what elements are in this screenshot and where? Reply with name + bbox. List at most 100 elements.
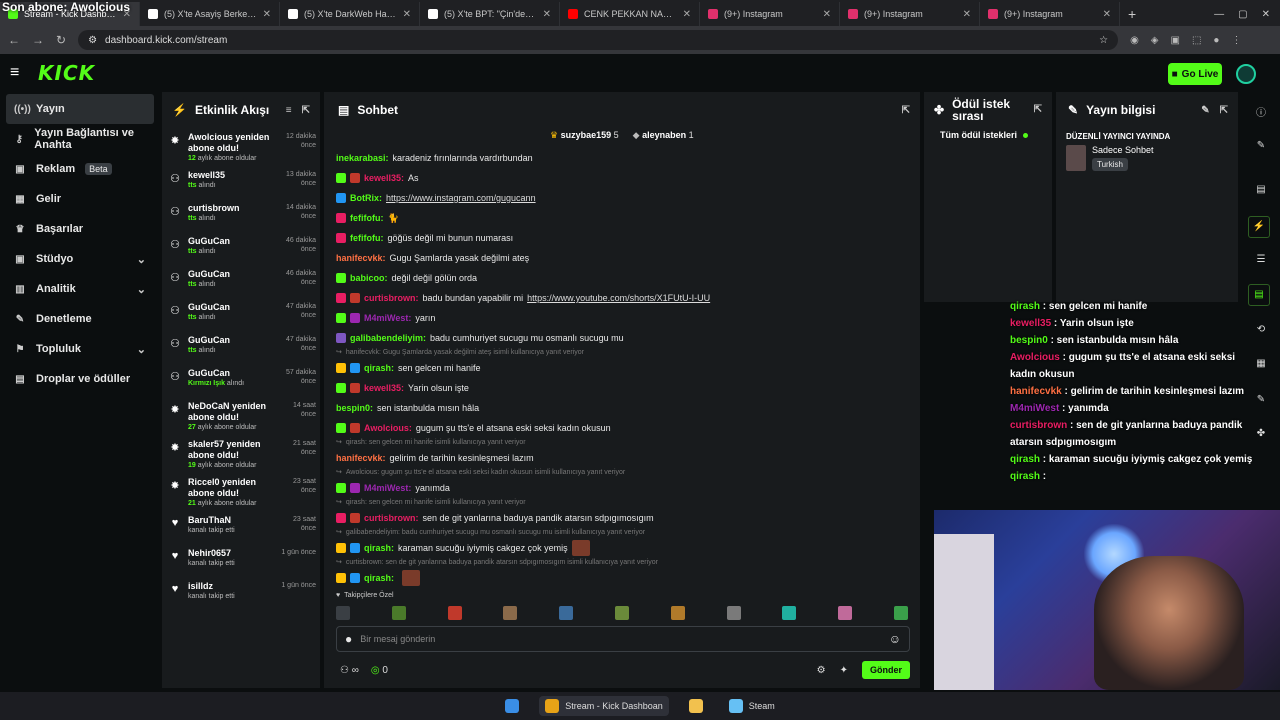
activity-name[interactable]: skaler57 yeniden abone oldu!	[188, 439, 274, 461]
activity-name[interactable]: GuGuCan	[188, 368, 274, 379]
users-icon[interactable]: ⚇ ∞	[340, 665, 359, 676]
chat-username[interactable]: bespin0:	[336, 398, 373, 418]
chat-link[interactable]: https://www.instagram.com/gugucann	[386, 188, 536, 208]
chat-username[interactable]: qirash:	[364, 358, 394, 378]
browser-tab[interactable]: CENK PEKKAN NASIL ZENGİ ✕	[560, 2, 700, 26]
taskbar-item[interactable]	[499, 696, 525, 716]
lightning-icon[interactable]: ⚡	[1248, 216, 1270, 238]
activity-name[interactable]: Nehir0657	[188, 548, 274, 559]
emoji-icon[interactable]: ☺	[889, 632, 901, 646]
category-name[interactable]: Sadece Sohbet	[1092, 145, 1154, 155]
activity-name[interactable]: GuGuCan	[188, 269, 274, 280]
activity-name[interactable]: GuGuCan	[188, 236, 274, 247]
emote[interactable]	[726, 606, 741, 620]
taskbar-item[interactable]: Stream - Kick Dashboan	[539, 696, 669, 716]
chat-username[interactable]: M4miWest:	[364, 478, 411, 498]
popout-icon[interactable]: ⇱	[1220, 105, 1228, 116]
minimize-icon[interactable]: —	[1214, 9, 1224, 20]
activity-name[interactable]: Awolcious yeniden abone oldu!	[188, 132, 274, 154]
browser-tab[interactable]: (5) X'te Asayiş Berkemal: "Ca ✕	[140, 2, 280, 26]
chat-username[interactable]: babicoo:	[350, 268, 388, 288]
new-tab-button[interactable]: +	[1120, 6, 1144, 26]
browser-tab[interactable]: (5) X'te DarkWeb Haber: "Esi ✕	[280, 2, 420, 26]
sidebar-item[interactable]: ⚷ Yayın Bağlantısı ve Anahta	[6, 124, 154, 154]
kick-logo[interactable]: KICK	[38, 61, 95, 85]
chat-message-input[interactable]	[360, 634, 881, 644]
chevron-down-icon[interactable]: ⌄	[137, 253, 146, 266]
menu-icon[interactable]: ⋮	[1231, 35, 1241, 46]
extension-icon[interactable]: ▣	[1171, 35, 1180, 46]
reload-icon[interactable]: ↻	[56, 33, 66, 47]
sidebar-item[interactable]: ▦ Gelir	[6, 184, 154, 214]
close-tab-icon[interactable]: ✕	[963, 9, 971, 20]
go-live-button[interactable]: ■ Go Live	[1168, 63, 1222, 85]
sidebar-item[interactable]: ♛ Başarılar	[6, 214, 154, 244]
chat-username[interactable]: curtisbrown:	[364, 508, 419, 528]
chat-username[interactable]: fefifofu:	[350, 208, 384, 228]
activity-name[interactable]: Riccel0 yeniden abone oldu!	[188, 477, 274, 499]
emote[interactable]	[336, 606, 350, 620]
emote-picker-icon[interactable]: ●	[345, 632, 352, 646]
close-tab-icon[interactable]: ✕	[683, 9, 691, 20]
activity-name[interactable]: GuGuCan	[188, 302, 274, 313]
browser-tab[interactable]: (9+) Instagram ✕	[840, 2, 980, 26]
close-icon[interactable]: ✕	[1262, 9, 1270, 20]
extension-icon[interactable]: ⬚	[1192, 35, 1201, 46]
chat-username[interactable]: qirash:	[364, 568, 394, 588]
forward-icon[interactable]: →	[32, 33, 44, 47]
chevron-down-icon[interactable]: ⌄	[137, 283, 146, 296]
chat-link[interactable]: https://www.youtube.com/shorts/X1FUtU-I-…	[527, 288, 710, 308]
emote[interactable]	[782, 606, 797, 620]
emote[interactable]	[447, 606, 462, 620]
emote[interactable]	[559, 606, 574, 620]
sidebar-item[interactable]: ((•)) Yayın	[6, 94, 154, 124]
list-icon[interactable]: ☰	[1254, 254, 1268, 268]
edit-icon[interactable]: ✎	[1201, 105, 1209, 116]
browser-tab[interactable]: (9+) Instagram ✕	[980, 2, 1120, 26]
profile-avatar[interactable]	[1236, 64, 1256, 84]
close-tab-icon[interactable]: ✕	[263, 9, 271, 20]
chat-username[interactable]: Awolcious:	[364, 418, 412, 438]
popout-icon[interactable]: ⇱	[1034, 104, 1042, 116]
close-tab-icon[interactable]: ✕	[403, 9, 411, 20]
emote[interactable]	[391, 606, 406, 620]
maximize-icon[interactable]: ▢	[1238, 9, 1247, 20]
chat-username[interactable]: M4miWest:	[364, 308, 411, 328]
activity-name[interactable]: NeDoCaN yeniden abone oldu!	[188, 401, 274, 423]
chat-tools-icon[interactable]: ✦	[840, 665, 848, 676]
chat-username[interactable]: inekarabasi:	[336, 148, 389, 168]
chevron-down-icon[interactable]: ⌄	[137, 343, 146, 356]
taskbar-item[interactable]	[683, 696, 709, 716]
emote[interactable]	[670, 606, 685, 620]
url-field[interactable]: ⚙ dashboard.kick.com/stream ☆	[78, 30, 1119, 50]
hamburger-menu-icon[interactable]: ≡	[10, 64, 38, 82]
chat-username[interactable]: galibabendeliyim:	[350, 328, 426, 348]
sidebar-item[interactable]: ▥ Analitik ⌄	[6, 274, 154, 304]
activity-name[interactable]: kewell35	[188, 170, 274, 181]
filter-icon[interactable]: ≡	[286, 105, 292, 116]
top-gifter[interactable]: ♛ suzybae159 5	[550, 130, 619, 141]
emote[interactable]	[503, 606, 518, 620]
info-icon[interactable]: ⓘ	[1254, 104, 1268, 119]
site-info-icon[interactable]: ⚙	[88, 35, 97, 46]
extension-icon[interactable]: ◈	[1151, 35, 1159, 46]
activity-name[interactable]: curtisbrown	[188, 203, 274, 214]
sidebar-item[interactable]: ▤ Droplar ve ödüller	[6, 364, 154, 394]
emote[interactable]	[614, 606, 629, 620]
chat-username[interactable]: kewell35:	[364, 168, 404, 188]
emote[interactable]	[838, 606, 853, 620]
close-tab-icon[interactable]: ✕	[823, 9, 831, 20]
chat-username[interactable]: BotRix:	[350, 188, 382, 208]
chat-username[interactable]: curtisbrown:	[364, 288, 419, 308]
avatar[interactable]: ●	[1213, 35, 1219, 46]
chat-username[interactable]: qirash:	[364, 538, 394, 558]
activity-name[interactable]: BaruThaN	[188, 515, 274, 526]
chat-username[interactable]: hanifecvkk:	[336, 448, 386, 468]
browser-tab[interactable]: (9+) Instagram ✕	[700, 2, 840, 26]
popout-icon[interactable]: ⇱	[902, 105, 910, 116]
sidebar-item[interactable]: ✎ Denetleme	[6, 304, 154, 334]
top-gifter[interactable]: ◆ aleynaben 1	[633, 130, 694, 141]
sidebar-item[interactable]: ⚑ Topluluk ⌄	[6, 334, 154, 364]
settings-gear-icon[interactable]: ⚙	[817, 665, 826, 676]
popout-icon[interactable]: ⇱	[302, 105, 310, 116]
